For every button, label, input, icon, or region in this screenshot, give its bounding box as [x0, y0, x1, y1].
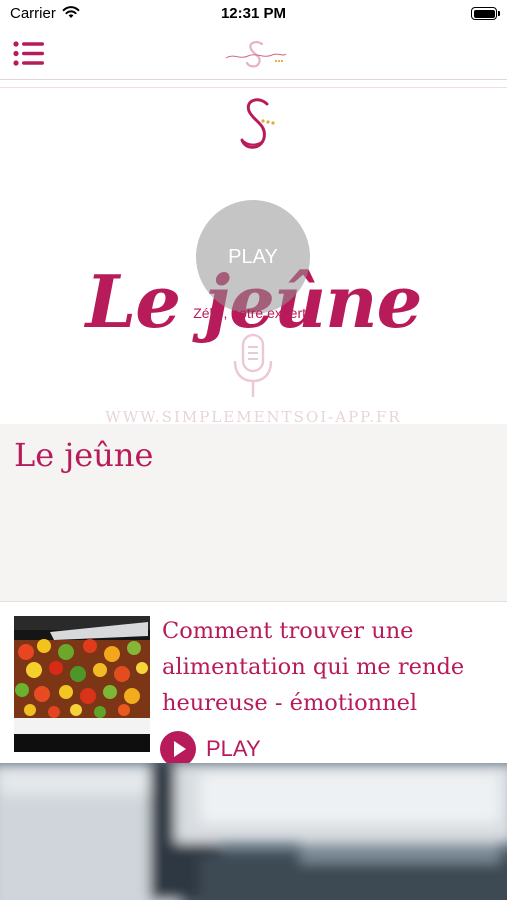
brand-logo [225, 41, 287, 68]
status-bar: Carrier 12:31 PM [0, 0, 507, 30]
vegetables-dish-thumbnail [14, 616, 150, 752]
cover-play-button[interactable]: PLAY [196, 200, 310, 314]
list-item-play-label: PLAY [206, 736, 261, 761]
cover-play-label: PLAY [228, 245, 278, 268]
cover-website-url: WWW.SIMPLEMENTSOI-APP.FR [105, 408, 402, 424]
episode-cover: Le jeûne PLAY Zélie, notre experte WWW.S… [0, 88, 507, 424]
battery-icon [471, 7, 500, 20]
list-item-title: Comment trouver une alimentation qui me … [162, 618, 465, 716]
episode-title: Le jeûne [14, 436, 154, 474]
cover-subtitle: Zélie, notre experte [193, 305, 314, 321]
play-icon [160, 731, 196, 767]
brand-s-mark [240, 98, 275, 149]
app-header [0, 30, 507, 80]
background-photo [0, 763, 507, 900]
list-item[interactable]: Comment trouver une alimentation qui me … [0, 603, 507, 767]
list-item-play-button[interactable]: PLAY [160, 731, 261, 767]
microphone-icon [233, 333, 273, 397]
list-menu-icon[interactable] [12, 40, 46, 68]
status-time: 12:31 PM [220, 5, 287, 22]
episode-info-panel: Le jeûne [0, 424, 507, 602]
